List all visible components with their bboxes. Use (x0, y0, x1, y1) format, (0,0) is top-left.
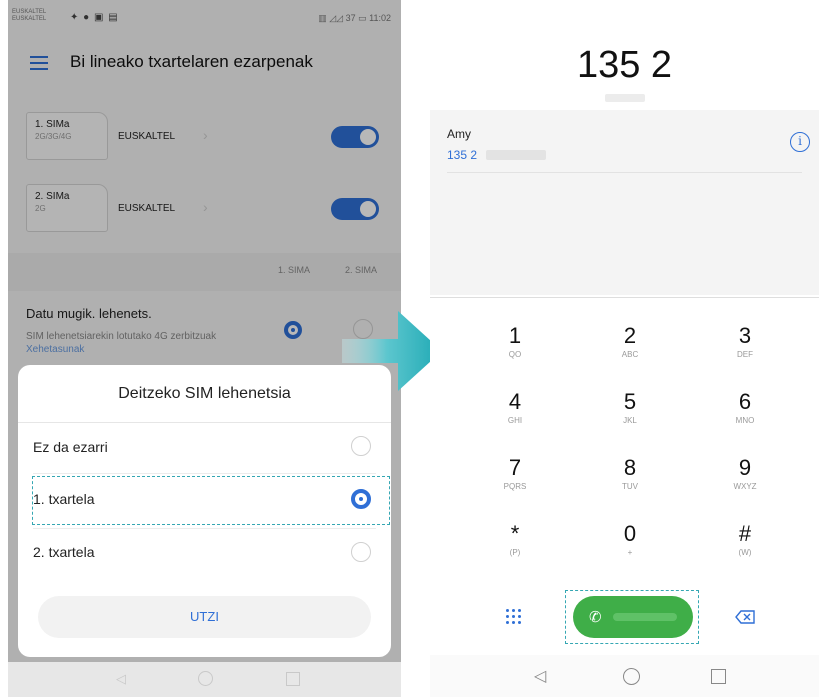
key-star[interactable]: * (P) (470, 521, 560, 577)
key-digit: 7 (508, 455, 522, 480)
key-digit: # (738, 521, 752, 546)
key-9[interactable]: 9 WXYZ (700, 455, 790, 511)
key-letters: QO (508, 350, 522, 359)
option-card-2-radio[interactable] (351, 542, 371, 562)
contact-number: 135 2 (447, 148, 478, 162)
key-letters: MNO (735, 416, 755, 425)
navigation-bar: ◁ (8, 662, 401, 697)
back-icon[interactable]: ◁ (534, 666, 546, 686)
back-icon[interactable]: ◁ (116, 671, 126, 687)
key-hash[interactable]: # (W) (700, 521, 790, 577)
dialpad-grid-icon[interactable] (506, 609, 522, 625)
key-1[interactable]: 1 QO (470, 323, 560, 379)
option-not-set[interactable]: Ez da ezarri (33, 439, 108, 455)
key-letters: WXYZ (733, 482, 757, 491)
contact-name: Amy (447, 127, 471, 141)
dialed-location-redacted (605, 94, 645, 102)
cancel-button[interactable]: UTZI (38, 596, 371, 638)
key-digit: 6 (738, 389, 752, 414)
key-letters: (P) (509, 548, 521, 557)
recents-icon[interactable] (286, 672, 300, 686)
dialed-number: 135 2 (576, 44, 673, 86)
key-digit: 2 (623, 323, 637, 348)
key-6[interactable]: 6 MNO (700, 389, 790, 445)
right-phone-screen: 135 2 Amy 135 2 i 1 QO 2 ABC 3 DEF 4 GHI… (430, 0, 819, 697)
dialed-number-area: 135 2 (430, 0, 819, 96)
transition-arrow-icon (342, 311, 442, 391)
contact-suggestions: Amy 135 2 i (430, 110, 819, 295)
key-letters: PQRS (503, 482, 527, 491)
key-letters: ABC (621, 350, 639, 359)
key-digit: 1 (508, 323, 522, 348)
key-digit: 4 (508, 389, 522, 414)
key-digit: 9 (738, 455, 752, 480)
key-letters: DEF (737, 350, 753, 359)
home-icon[interactable] (198, 671, 213, 686)
key-letters: TUV (622, 482, 638, 491)
contact-number-redacted (486, 150, 546, 160)
option-not-set-radio[interactable] (351, 436, 371, 456)
dialog-divider (18, 422, 391, 423)
home-icon[interactable] (623, 668, 640, 685)
key-letters: GHI (507, 416, 523, 425)
default-call-sim-dialog: Deitzeko SIM lehenetsia Ez da ezarri 1. … (18, 365, 391, 657)
dialog-title: Deitzeko SIM lehenetsia (118, 385, 291, 402)
info-icon[interactable]: i (790, 132, 810, 152)
option-divider (33, 528, 376, 529)
key-letters: (W) (738, 548, 752, 557)
navigation-bar: ◁ (430, 655, 819, 697)
key-2[interactable]: 2 ABC (585, 323, 675, 379)
backspace-icon[interactable] (735, 610, 755, 624)
highlight-box-call (565, 590, 699, 644)
highlight-box-card-1 (32, 476, 390, 525)
key-letters: JKL (623, 416, 637, 425)
key-0[interactable]: 0 + (585, 521, 675, 577)
recents-icon[interactable] (711, 669, 726, 684)
key-digit: 3 (738, 323, 752, 348)
key-digit: 8 (623, 455, 637, 480)
key-letters: + (627, 548, 633, 557)
keypad-divider (430, 297, 819, 298)
key-digit: * (510, 521, 520, 546)
option-divider (33, 473, 376, 474)
key-5[interactable]: 5 JKL (585, 389, 675, 445)
key-digit: 5 (623, 389, 637, 414)
key-4[interactable]: 4 GHI (470, 389, 560, 445)
option-card-2[interactable]: 2. txartela (33, 544, 94, 560)
key-8[interactable]: 8 TUV (585, 455, 675, 511)
key-3[interactable]: 3 DEF (700, 323, 790, 379)
key-digit: 0 (623, 521, 637, 546)
key-7[interactable]: 7 PQRS (470, 455, 560, 511)
contact-divider (447, 172, 802, 173)
